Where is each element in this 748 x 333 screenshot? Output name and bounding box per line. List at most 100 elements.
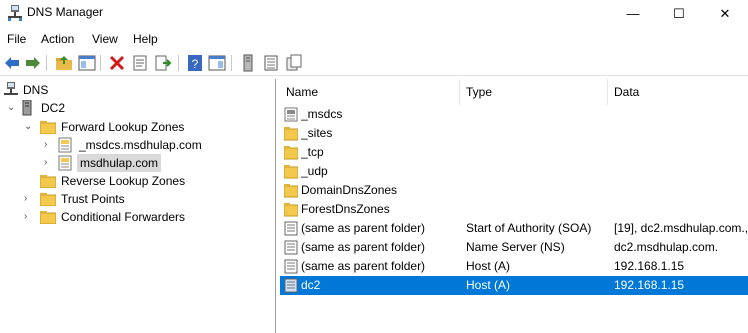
forward-icon[interactable] <box>24 54 42 72</box>
copy-icon[interactable] <box>285 54 303 72</box>
chevron-right-icon[interactable]: › <box>24 193 34 205</box>
tree-item-forward-lookup-zones[interactable]: ⌄ Forward Lookup Zones <box>0 118 275 136</box>
help-icon[interactable]: ? <box>186 54 204 72</box>
column-header-type[interactable]: Type <box>460 79 608 105</box>
dns-icon <box>4 82 18 95</box>
tree-item-msdhulap-zone[interactable]: › msdhulap.com <box>0 154 275 172</box>
cell-data: dc2.msdhulap.com. <box>614 240 719 254</box>
window-title: DNS Manager <box>27 5 104 19</box>
chevron-down-icon[interactable]: ⌄ <box>24 121 34 133</box>
list-row[interactable]: ForestDnsZones <box>280 200 748 219</box>
cell-name: (same as parent folder) <box>301 259 426 273</box>
cell-name: DomainDnsZones <box>301 183 398 197</box>
cell-type: Host (A) <box>466 278 511 292</box>
tree-label: Forward Lookup Zones <box>61 120 185 134</box>
menu-help[interactable]: Help <box>133 32 158 46</box>
chevron-right-icon[interactable]: › <box>44 157 54 169</box>
cell-name: (same as parent folder) <box>301 221 426 235</box>
folder-icon <box>40 175 56 188</box>
maximize-button[interactable]: ☐ <box>656 0 702 27</box>
dns-manager-icon <box>8 5 22 21</box>
menu-bar: File Action View Help <box>0 29 748 49</box>
title-bar: DNS Manager — ☐ ✕ <box>0 0 748 27</box>
cell-type: Name Server (NS) <box>466 240 565 254</box>
folder-icon <box>284 165 298 179</box>
up-folder-icon[interactable] <box>55 54 73 72</box>
folder-icon <box>284 184 298 198</box>
records-list: Name Type Data _msdcs _sites _tcp _udp Domai… <box>280 79 748 333</box>
delete-icon[interactable] <box>108 54 126 72</box>
tree-item-dns[interactable]: DNS <box>0 81 275 99</box>
toolbar-separator <box>231 55 232 71</box>
record-icon <box>284 240 298 255</box>
cell-type: Start of Authority (SOA) <box>466 221 592 235</box>
cell-data: 192.168.1.15 <box>614 278 685 292</box>
menu-file[interactable]: File <box>7 32 26 46</box>
tree-label: Reverse Lookup Zones <box>61 174 186 188</box>
cell-data: 192.168.1.15 <box>614 259 685 273</box>
list-row[interactable]: (same as parent folder) Start of Authorit… <box>280 219 748 238</box>
toolbar-separator <box>178 55 179 71</box>
tree-label: Trust Points <box>61 192 125 206</box>
list-row[interactable]: dc2 Host (A) 192.168.1.15 <box>280 276 748 295</box>
toolbar-separator <box>100 55 101 71</box>
cell-name: dc2 <box>301 278 321 292</box>
cell-name: _sites <box>301 126 333 140</box>
cell-name: ForestDnsZones <box>301 202 390 216</box>
tree-label: msdhulap.com <box>77 154 162 172</box>
tree-label: Conditional Forwarders <box>61 210 186 224</box>
record-icon <box>284 278 298 293</box>
folder-icon <box>40 193 56 206</box>
chevron-right-icon[interactable]: › <box>44 139 54 151</box>
chevron-down-icon[interactable]: ⌄ <box>7 102 17 114</box>
minimize-button[interactable]: — <box>610 0 656 27</box>
cell-name: _msdcs <box>301 107 343 121</box>
list-row[interactable]: (same as parent folder) Name Server (NS) d… <box>280 238 748 257</box>
zone-delegation-icon <box>284 107 298 122</box>
tree-item-msdcs-zone[interactable]: › _msdcs.msdhulap.com <box>0 136 275 154</box>
cell-type: Host (A) <box>466 259 511 273</box>
folder-icon <box>40 121 56 134</box>
cell-data: [19], dc2.msdhulap.com., h <box>614 221 748 235</box>
svg-text:?: ? <box>192 57 199 71</box>
back-icon[interactable] <box>3 54 21 72</box>
properties-icon[interactable] <box>131 54 149 72</box>
view-icon[interactable] <box>208 54 226 72</box>
console-tree: DNS ⌄ DC2 ⌄ Forward Lookup Zones › _msdc… <box>0 79 276 333</box>
folder-icon <box>284 203 298 217</box>
list-icon[interactable] <box>262 54 280 72</box>
tree-item-reverse-lookup-zones[interactable]: Reverse Lookup Zones <box>0 172 275 190</box>
export-icon[interactable] <box>154 54 172 72</box>
show-tree-icon[interactable] <box>78 54 96 72</box>
column-header-name[interactable]: Name <box>280 79 460 105</box>
record-icon <box>284 221 298 236</box>
tree-item-trust-points[interactable]: › Trust Points <box>0 190 275 208</box>
toolbar: ? <box>0 50 748 76</box>
tree-label: DNS <box>23 83 49 97</box>
list-row[interactable]: _udp <box>280 162 748 181</box>
list-row[interactable]: _sites <box>280 124 748 143</box>
list-row[interactable]: (same as parent folder) Host (A) 192.168.1… <box>280 257 748 276</box>
column-header-data[interactable]: Data <box>608 79 748 105</box>
toolbar-separator <box>46 55 47 71</box>
cell-name: _tcp <box>301 145 324 159</box>
folder-icon <box>284 127 298 141</box>
menu-view[interactable]: View <box>92 32 118 46</box>
server-icon <box>22 100 32 116</box>
cell-name: _udp <box>301 164 328 178</box>
zone-icon <box>58 155 72 171</box>
tree-item-dc2[interactable]: ⌄ DC2 <box>0 99 275 117</box>
tree-label: DC2 <box>41 101 66 115</box>
server-icon[interactable] <box>239 54 257 72</box>
folder-icon <box>284 146 298 160</box>
list-row[interactable]: DomainDnsZones <box>280 181 748 200</box>
chevron-right-icon[interactable]: › <box>24 211 34 223</box>
tree-item-conditional-forwarders[interactable]: › Conditional Forwarders <box>0 208 275 226</box>
folder-icon <box>40 211 56 224</box>
menu-action[interactable]: Action <box>41 32 74 46</box>
zone-icon <box>58 137 72 153</box>
tree-label: _msdcs.msdhulap.com <box>79 138 202 152</box>
list-row[interactable]: _tcp <box>280 143 748 162</box>
list-row[interactable]: _msdcs <box>280 105 748 124</box>
close-button[interactable]: ✕ <box>702 0 748 27</box>
